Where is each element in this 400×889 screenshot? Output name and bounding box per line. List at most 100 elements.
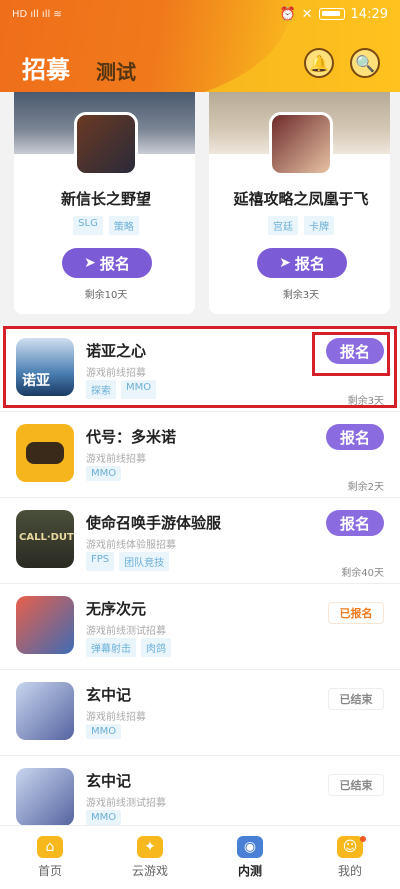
card-title: 延禧攻略之凤凰于飞 bbox=[233, 190, 369, 208]
signup-button[interactable]: 报名 bbox=[326, 338, 384, 364]
tag: 弹幕射击 bbox=[86, 638, 136, 657]
header-tabs: 招募 测试 bbox=[22, 50, 136, 85]
tag: 宫廷 bbox=[268, 216, 298, 235]
game-icon: 诺亚 bbox=[16, 338, 74, 396]
remaining-days: 剩余40天 bbox=[341, 568, 384, 579]
gamepad-icon: ✦ bbox=[137, 836, 163, 858]
tag: 团队竞技 bbox=[119, 552, 170, 571]
gamepad-shape bbox=[26, 442, 64, 464]
game-icon bbox=[16, 768, 74, 825]
nav-home[interactable]: ⌂ 首页 bbox=[0, 826, 100, 889]
content-scroll[interactable]: 新信长之野望 SLG 策略 ➤ 报名 剩余10天 延禧攻略之凤凰于飞 宫廷 卡牌… bbox=[0, 92, 400, 825]
mute-icon: ✕ bbox=[301, 6, 313, 22]
cursor-icon: ➤ bbox=[84, 255, 96, 271]
game-avatar bbox=[74, 112, 138, 176]
tag: MMO bbox=[121, 380, 157, 399]
game-icon: CALL·DUTY bbox=[16, 510, 74, 568]
battery-icon bbox=[318, 8, 345, 20]
game-tags: FPS 团队竞技 bbox=[86, 552, 170, 571]
header-actions: 🔔 🔍 bbox=[304, 48, 380, 78]
game-subtitle: 游戏前线体验服招募 bbox=[86, 540, 176, 551]
tag: FPS bbox=[86, 552, 115, 571]
list-item[interactable]: CALL·DUTY 使命召唤手游体验服 游戏前线体验服招募 FPS 团队竞技 报… bbox=[0, 498, 400, 584]
nav-cloud-games[interactable]: ✦ 云游戏 bbox=[100, 826, 200, 889]
game-subtitle: 游戏前线测试招募 bbox=[86, 798, 166, 809]
game-title: 无序次元 bbox=[86, 600, 147, 618]
game-list: 诺亚 诺亚之心 游戏前线招募 探索 MMO 报名 剩余3天 代号：多米诺 游戏前… bbox=[0, 326, 400, 825]
alarm-icon: ⏰ bbox=[279, 6, 296, 22]
signup-button[interactable]: 报名 bbox=[326, 510, 384, 536]
game-subtitle: 游戏前线招募 bbox=[86, 454, 146, 465]
bell-icon[interactable]: 🔔 bbox=[304, 48, 334, 78]
game-tags: MMO bbox=[86, 810, 122, 825]
game-icon-text: 诺亚 bbox=[22, 373, 50, 389]
game-tags: MMO bbox=[86, 466, 122, 481]
tag: MMO bbox=[86, 724, 122, 739]
signup-label: 报名 bbox=[294, 254, 325, 273]
status-left: HD ıll ıll ≋ bbox=[12, 9, 62, 20]
tab-recruit[interactable]: 招募 bbox=[22, 50, 70, 85]
game-tags: MMO bbox=[86, 724, 122, 739]
list-item[interactable]: 代号：多米诺 游戏前线招募 MMO 报名 剩余2天 bbox=[0, 412, 400, 498]
signup-label: 报名 bbox=[99, 254, 130, 273]
card-title: 新信长之野望 bbox=[60, 190, 151, 208]
tag: 探索 bbox=[86, 380, 116, 399]
game-subtitle: 游戏前线招募 bbox=[86, 712, 146, 723]
signup-button[interactable]: 报名 bbox=[326, 424, 384, 450]
status-time: 14:29 bbox=[350, 6, 388, 22]
featured-card[interactable]: 新信长之野望 SLG 策略 ➤ 报名 剩余10天 bbox=[14, 92, 195, 314]
notification-dot bbox=[360, 836, 366, 842]
game-icon bbox=[16, 424, 74, 482]
game-title: 玄中记 bbox=[86, 686, 132, 704]
game-title: 玄中记 bbox=[86, 772, 132, 790]
game-title: 诺亚之心 bbox=[86, 342, 147, 360]
tag: SLG bbox=[73, 216, 103, 235]
ended-status: 已结束 bbox=[328, 774, 384, 796]
bottom-nav: ⌂ 首页 ✦ 云游戏 ◉ 内测 ☺ 我的 bbox=[0, 825, 400, 889]
signed-up-status: 已报名 bbox=[328, 602, 384, 624]
home-icon: ⌂ bbox=[37, 836, 63, 858]
game-title: 使命召唤手游体验服 bbox=[86, 514, 222, 532]
game-avatar bbox=[269, 112, 333, 176]
card-tags: SLG 策略 bbox=[14, 216, 195, 235]
tag: MMO bbox=[86, 810, 122, 825]
game-subtitle: 游戏前线招募 bbox=[86, 368, 146, 379]
tag: MMO bbox=[86, 466, 122, 481]
ended-status: 已结束 bbox=[328, 688, 384, 710]
game-title: 代号：多米诺 bbox=[86, 428, 177, 446]
eye-icon: ◉ bbox=[237, 836, 263, 858]
featured-cards: 新信长之野望 SLG 策略 ➤ 报名 剩余10天 延禧攻略之凤凰于飞 宫廷 卡牌… bbox=[0, 92, 400, 318]
nav-label: 首页 bbox=[37, 864, 62, 878]
list-item[interactable]: 诺亚 诺亚之心 游戏前线招募 探索 MMO 报名 剩余3天 bbox=[0, 326, 400, 412]
tag: 策略 bbox=[108, 216, 139, 235]
game-subtitle: 游戏前线测试招募 bbox=[86, 626, 166, 637]
search-icon[interactable]: 🔍 bbox=[350, 48, 380, 78]
nav-label: 我的 bbox=[337, 864, 362, 878]
game-icon bbox=[16, 596, 74, 654]
featured-card[interactable]: 延禧攻略之凤凰于飞 宫廷 卡牌 ➤ 报名 剩余3天 bbox=[209, 92, 390, 314]
tag: 肉鸽 bbox=[141, 638, 171, 657]
nav-label: 云游戏 bbox=[131, 864, 168, 878]
nav-beta[interactable]: ◉ 内测 bbox=[200, 826, 300, 889]
game-tags: 弹幕射击 肉鸽 bbox=[86, 638, 171, 657]
nav-profile[interactable]: ☺ 我的 bbox=[300, 826, 400, 889]
tab-test[interactable]: 测试 bbox=[96, 56, 136, 85]
signup-button[interactable]: ➤ 报名 bbox=[62, 248, 152, 278]
list-item[interactable]: 玄中记 游戏前线招募 MMO 已结束 bbox=[0, 670, 400, 756]
status-bar: HD ıll ıll ≋ ⏰ ✕ 14:29 bbox=[0, 0, 400, 28]
status-right: ⏰ ✕ 14:29 bbox=[279, 7, 388, 22]
tag: 卡牌 bbox=[304, 216, 334, 235]
list-item[interactable]: 玄中记 游戏前线测试招募 MMO 已结束 bbox=[0, 756, 400, 825]
cursor-icon: ➤ bbox=[279, 255, 291, 271]
signup-button[interactable]: ➤ 报名 bbox=[257, 248, 347, 278]
list-item[interactable]: 无序次元 游戏前线测试招募 弹幕射击 肉鸽 已报名 bbox=[0, 584, 400, 670]
remaining-days: 剩余3天 bbox=[347, 396, 384, 407]
status-signal: HD ıll ıll ≋ bbox=[12, 8, 62, 20]
game-icon-text: CALL·DUTY bbox=[19, 532, 74, 543]
game-tags: 探索 MMO bbox=[86, 380, 157, 399]
remaining-days: 剩余3天 bbox=[282, 290, 320, 301]
nav-label: 内测 bbox=[237, 864, 262, 878]
remaining-days: 剩余10天 bbox=[84, 290, 128, 301]
header: HD ıll ıll ≋ ⏰ ✕ 14:29 招募 测试 🔔 🔍 bbox=[0, 0, 400, 92]
game-icon bbox=[16, 682, 74, 740]
